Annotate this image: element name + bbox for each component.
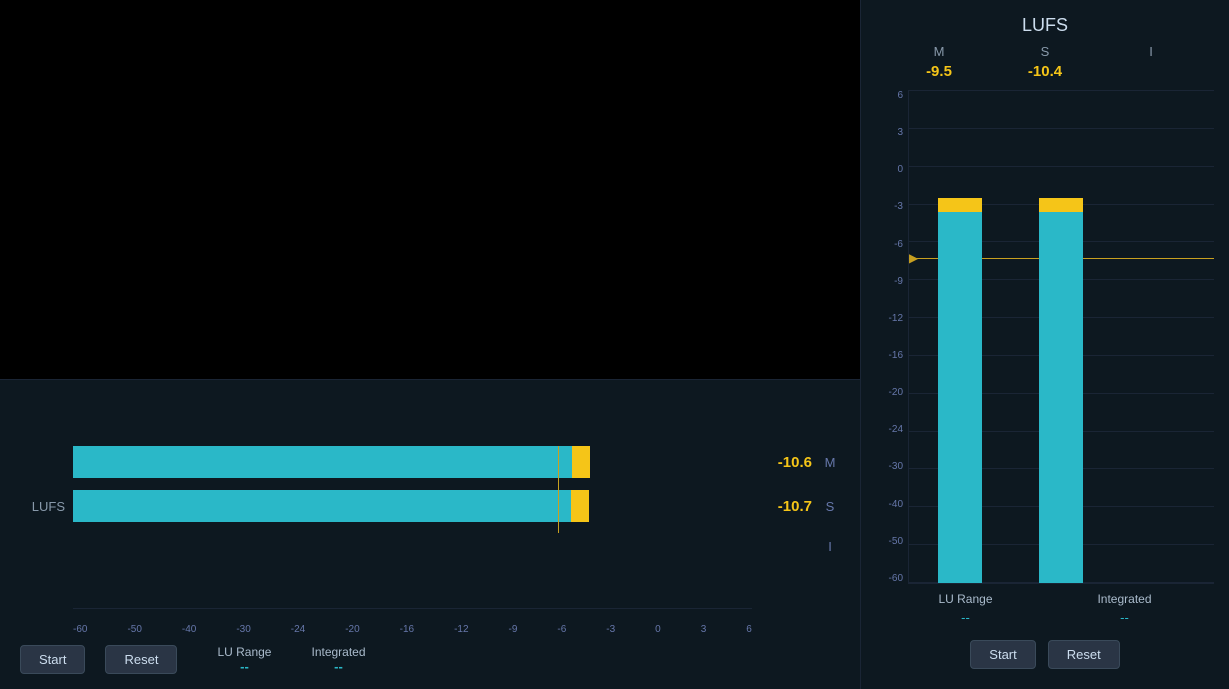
meter-area: -10.6 M LUFS -10.7 S I [20, 400, 840, 604]
meter-row-i: I [20, 534, 840, 558]
right-bar-m-peak [938, 198, 982, 212]
target-marker-arrow: ▶ [909, 251, 918, 265]
right-bars-area: ▶ [908, 90, 1214, 584]
scale-label-3: -3 [606, 624, 615, 635]
scale-label-20: -20 [345, 624, 359, 635]
scale-label-60: -60 [73, 624, 87, 635]
right-col-s-value: -10.4 [1010, 63, 1080, 80]
scale-label-40: -40 [182, 624, 196, 635]
scale--3: -3 [876, 201, 903, 212]
right-lu-range-label: LU Range [921, 592, 1011, 606]
scale-label-9: -9 [509, 624, 518, 635]
right-chart: 6 3 0 -3 -6 -9 -12 -16 -20 -24 -30 -40 -… [876, 90, 1214, 584]
meter-value-s: -10.7 [752, 498, 812, 515]
meter-bar-m [73, 446, 740, 478]
meter-channel-i: I [820, 539, 840, 554]
left-bottom: -10.6 M LUFS -10.7 S I [0, 379, 860, 689]
right-col-i-header: I [1116, 44, 1186, 59]
right-bar-col-i [1133, 90, 1193, 583]
scale-0: 0 [876, 164, 903, 175]
right-bar-col-m [930, 90, 990, 583]
scale--6: -6 [876, 239, 903, 250]
right-integrated-value: -- [1080, 610, 1170, 625]
right-col-headers: M S I [876, 44, 1214, 59]
scale-label-24: -24 [291, 624, 305, 635]
right-col-s-header: S [1010, 44, 1080, 59]
meter-row-s: LUFS -10.7 S [20, 490, 840, 522]
right-col-m-value: -9.5 [904, 63, 974, 80]
right-footer-labels: LU Range Integrated [876, 584, 1214, 610]
left-top-black [0, 0, 860, 379]
right-values-row: -9.5 -10.4 [876, 63, 1214, 80]
right-col-m-header: M [904, 44, 974, 59]
right-footer-values: -- -- [876, 610, 1214, 635]
left-lu-range-group: LU Range -- [217, 645, 271, 674]
left-panel: -10.6 M LUFS -10.7 S I [0, 0, 860, 689]
scale--24: -24 [876, 424, 903, 435]
left-integrated-group: Integrated -- [311, 645, 365, 674]
scale--40: -40 [876, 499, 903, 510]
right-panel: LUFS M S I -9.5 -10.4 6 3 0 -3 -6 -9 -12… [860, 0, 1229, 689]
scale-labels: -60 -50 -40 -30 -24 -20 -16 -12 -9 -6 -3… [73, 624, 752, 635]
scale--16: -16 [876, 350, 903, 361]
scale-3: 3 [876, 127, 903, 138]
scale-label-6: -6 [557, 624, 566, 635]
scale--20: -20 [876, 387, 903, 398]
right-title: LUFS [876, 15, 1214, 36]
scale--60: -60 [876, 573, 903, 584]
scale-label-0: 0 [655, 624, 661, 635]
left-reset-button[interactable]: Reset [105, 645, 177, 674]
right-start-button[interactable]: Start [970, 640, 1035, 669]
meter-row-s-label: LUFS [20, 499, 65, 514]
right-bar-s-fill [1039, 198, 1083, 583]
scale-label-3p: 3 [701, 624, 707, 635]
meter-row-m: -10.6 M [20, 446, 840, 478]
scale-label-50: -50 [127, 624, 141, 635]
meter-channel-s: S [820, 499, 840, 514]
left-integrated-label: Integrated [311, 645, 365, 659]
scale--9: -9 [876, 276, 903, 287]
right-integrated-label: Integrated [1080, 592, 1170, 606]
right-reset-button[interactable]: Reset [1048, 640, 1120, 669]
right-col-i-value [1116, 63, 1186, 80]
scale-area [73, 604, 752, 624]
right-bar-col-s [1031, 90, 1091, 583]
right-bar-s-peak [1039, 198, 1083, 212]
right-bar-m-fill [938, 198, 982, 583]
left-lu-range-label: LU Range [217, 645, 271, 659]
left-start-button[interactable]: Start [20, 645, 85, 674]
left-footer: Start Reset LU Range -- Integrated -- [20, 635, 840, 679]
scale-label-6p: 6 [746, 624, 752, 635]
right-lu-range-value: -- [921, 610, 1011, 625]
right-buttons: Start Reset [876, 635, 1214, 674]
meter-bar-s [73, 490, 740, 522]
left-lu-range-value: -- [240, 659, 249, 674]
left-integrated-value: -- [334, 659, 343, 674]
scale-label-30: -30 [236, 624, 250, 635]
scale--30: -30 [876, 461, 903, 472]
scale-label-12: -12 [454, 624, 468, 635]
meter-value-m: -10.6 [752, 454, 812, 471]
right-scale: 6 3 0 -3 -6 -9 -12 -16 -20 -24 -30 -40 -… [876, 90, 908, 584]
scale-6: 6 [876, 90, 903, 101]
scale-label-16: -16 [400, 624, 414, 635]
scale--50: -50 [876, 536, 903, 547]
meter-channel-m: M [820, 455, 840, 470]
scale--12: -12 [876, 313, 903, 324]
